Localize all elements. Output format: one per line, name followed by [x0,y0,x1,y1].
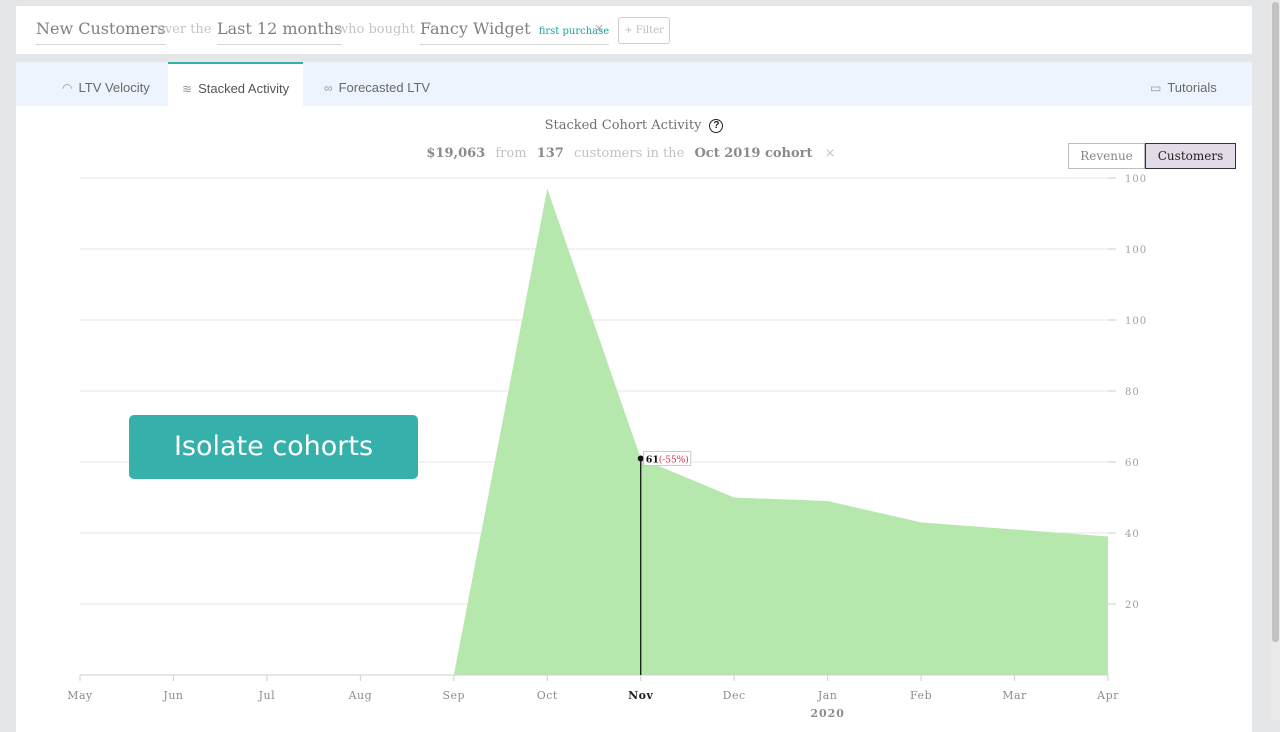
x-tick-label: Nov [628,689,653,702]
highlight-point [637,455,644,462]
y-tick-label: 100 [1125,174,1147,185]
scrollbar-thumb[interactable] [1272,2,1279,642]
tooltip-value: 61 [646,454,659,465]
y-tick-label: 80 [1125,387,1140,398]
x-year-label: 2020 [810,707,845,720]
y-tick-label: 20 [1125,600,1140,611]
tooltip-change: (-55%) [659,454,689,465]
y-tick-label: 100 [1125,316,1147,327]
x-tick-label: Oct [537,689,558,702]
x-tick-label: Dec [723,689,746,702]
y-tick-label: 100 [1125,245,1147,256]
x-tick-label: Sep [443,689,466,702]
y-tick-label: 40 [1125,529,1140,540]
cohort-area-chart[interactable]: 100 100 100 80 60 40 20 May Jun Jul Aug Sep Oct Nov De… [0,0,1280,720]
x-tick-label: May [67,689,93,702]
x-tick-label: Jan [817,689,838,702]
x-tick-label: Jun [162,689,183,702]
x-tick-label: Mar [1002,689,1027,702]
isolate-cohorts-button[interactable]: Isolate cohorts [129,415,418,479]
x-tick-label: Aug [348,689,373,702]
x-tick-label: Jul [258,689,276,702]
y-tick-label: 60 [1125,458,1140,469]
x-tick-label: Apr [1096,689,1119,702]
x-tick-label: Feb [910,689,932,702]
scrollbar[interactable] [1271,0,1280,720]
